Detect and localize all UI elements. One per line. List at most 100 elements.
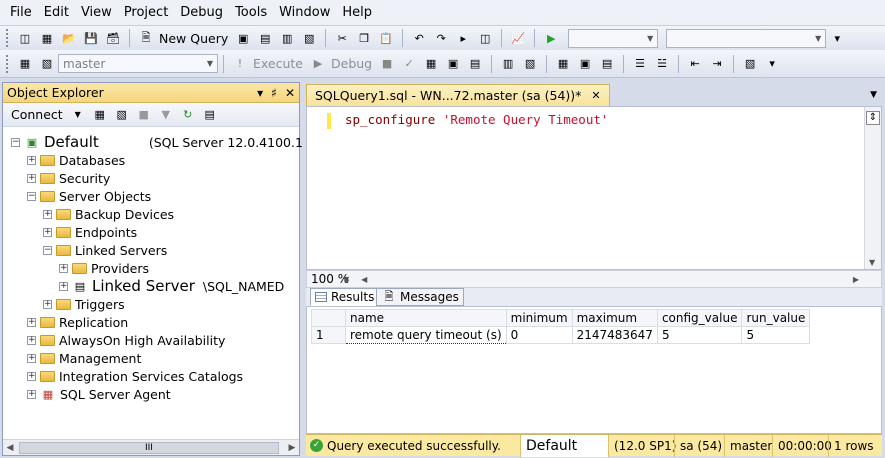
toolbar-grip[interactable] (6, 29, 10, 47)
tree-node-databases[interactable]: + Databases (27, 151, 125, 169)
menu-project[interactable]: Project (118, 0, 174, 26)
tree-node-replication[interactable]: + Replication (27, 313, 128, 331)
results-to-grid-icon[interactable]: ▣ (577, 56, 593, 72)
add-item-icon[interactable]: ▦ (39, 30, 55, 46)
collapse-icon[interactable]: − (11, 137, 20, 147)
zoom-dropdown-icon[interactable]: ▼ (343, 275, 349, 284)
expand-icon[interactable]: + (43, 227, 52, 237)
disconnect-icon[interactable]: ▧ (114, 107, 130, 123)
table-cell[interactable]: 2147483647 (571, 326, 658, 344)
activity-monitor-icon[interactable]: 📈 (510, 30, 526, 46)
start-icon[interactable]: ▶ (543, 30, 559, 46)
tree-node-server[interactable]: − ▣ Default (SQL Server 12.0.4100.1 - sa… (11, 133, 334, 151)
tree-node-sql-server-agent[interactable]: + ▦ SQL Server Agent (27, 385, 171, 403)
tab-sqlquery1[interactable]: SQLQuery1.sql - WN...72.master (sa (54))… (306, 84, 610, 106)
scroll-left-icon[interactable]: ◀ (3, 443, 17, 453)
expand-icon[interactable]: + (27, 317, 36, 327)
menu-edit[interactable]: Edit (38, 0, 75, 26)
expand-icon[interactable]: + (27, 155, 36, 165)
expand-icon[interactable]: + (27, 389, 36, 399)
menu-tools[interactable]: Tools (229, 0, 273, 26)
specify-values-icon[interactable]: ▧ (742, 56, 758, 72)
save-all-icon[interactable]: 🗃 (105, 30, 121, 46)
menu-window[interactable]: Window (273, 0, 336, 26)
tree-node-security[interactable]: + Security (27, 169, 110, 187)
tree-node-backup-devices[interactable]: + Backup Devices (43, 205, 174, 223)
new-project-icon[interactable]: ◫ (17, 30, 33, 46)
expand-icon[interactable]: + (27, 173, 36, 183)
uncomment-icon[interactable]: ☱ (654, 56, 670, 72)
tab-list-dropdown-icon[interactable]: ▼ (870, 90, 877, 100)
close-tab-icon[interactable]: ✕ (591, 89, 600, 102)
analysis-query-icon[interactable]: ▤ (257, 30, 273, 46)
row-number[interactable]: 1 (311, 326, 346, 344)
solution-config-combo[interactable]: ▼ (568, 28, 659, 48)
row-header-corner[interactable] (311, 309, 346, 327)
expand-icon[interactable]: + (27, 335, 36, 345)
mdx-query-icon[interactable]: ▥ (279, 30, 295, 46)
tree-node-endpoints[interactable]: + Endpoints (43, 223, 137, 241)
expand-icon[interactable]: + (59, 281, 68, 291)
collapse-icon[interactable]: − (43, 245, 52, 255)
editor-vertical-scrollbar[interactable]: ⇕ ▼ (864, 107, 881, 269)
tab-messages[interactable]: 🗎 Messages (376, 288, 464, 306)
collapse-icon[interactable]: − (27, 191, 36, 201)
scroll-right-icon[interactable]: ▶ (285, 443, 299, 453)
expand-icon[interactable]: + (43, 209, 52, 219)
expand-icon[interactable]: + (59, 263, 68, 273)
debug-button[interactable]: Debug (331, 56, 372, 71)
new-query-button[interactable]: New Query (159, 31, 228, 46)
refresh-icon[interactable]: ↻ (180, 107, 196, 123)
object-explorer-details-icon[interactable]: ▤ (202, 107, 218, 123)
column-header[interactable]: minimum (505, 309, 573, 327)
tree-node-server-objects[interactable]: − Server Objects (27, 187, 151, 205)
menu-help[interactable]: Help (336, 0, 378, 26)
expand-icon[interactable]: + (43, 299, 52, 309)
scroll-left-icon[interactable]: ◀ (361, 275, 367, 284)
execute-button[interactable]: Execute (253, 56, 303, 71)
tree-node-linked-server[interactable]: + ▤ Linked Server \SQL_NAMED (59, 277, 284, 295)
split-view-icon[interactable]: ⇕ (866, 111, 880, 125)
tree-node-providers[interactable]: + Providers (59, 259, 149, 277)
table-cell[interactable]: remote query timeout (s) (345, 326, 507, 344)
tree-node-integration-services[interactable]: + Integration Services Catalogs (27, 367, 243, 385)
dropdown-icon[interactable]: ▾ (257, 86, 263, 100)
results-to-file-icon[interactable]: ▤ (599, 56, 615, 72)
results-to-text-icon[interactable]: ▦ (555, 56, 571, 72)
db-engine-query-icon[interactable]: ▣ (235, 30, 251, 46)
save-icon[interactable]: 💾 (83, 30, 99, 46)
close-icon[interactable]: ✕ (285, 86, 295, 100)
table-row[interactable]: 1 remote query timeout (s) 0 2147483647 … (311, 326, 811, 344)
code-line-1[interactable]: sp_configure 'Remote Query Timeout' (345, 112, 608, 127)
open-folder-icon[interactable]: 📂 (61, 30, 77, 46)
tree-node-management[interactable]: + Management (27, 349, 141, 367)
column-header[interactable]: name (345, 309, 507, 327)
horizontal-scrollbar[interactable]: ◀ III ▶ (3, 439, 299, 455)
toolbar-grip[interactable] (6, 54, 10, 73)
toolbar-overflow-icon[interactable]: ▾ (829, 30, 845, 46)
zoom-level[interactable]: 100 % (311, 272, 365, 286)
connect-dropdown-icon[interactable]: ▼ (70, 107, 86, 123)
results-grid[interactable]: name minimum maximum config_value run_va… (306, 306, 882, 434)
decrease-indent-icon[interactable]: ⇤ (687, 56, 703, 72)
expand-icon[interactable]: + (27, 371, 36, 381)
tree-node-linked-servers[interactable]: − Linked Servers (43, 241, 167, 259)
increase-indent-icon[interactable]: ⇥ (709, 56, 725, 72)
scroll-right-icon[interactable]: ▶ (853, 275, 859, 284)
toolbar-overflow-icon[interactable]: ▾ (764, 56, 780, 72)
connect-button[interactable]: Connect (11, 107, 63, 122)
table-cell[interactable]: 0 (505, 326, 573, 344)
menu-view[interactable]: View (75, 0, 118, 26)
column-header[interactable]: maximum (571, 309, 658, 327)
table-cell[interactable]: 5 (656, 326, 743, 344)
available-databases-combo[interactable]: master ▼ (58, 54, 218, 73)
new-query-icon[interactable]: 🗎 (138, 30, 154, 46)
expand-icon[interactable]: + (27, 353, 36, 363)
solution-platform-combo[interactable]: ▼ (666, 28, 827, 48)
tree-node-triggers[interactable]: + Triggers (43, 295, 125, 313)
xmla-query-icon[interactable]: ▧ (301, 30, 317, 46)
tree-node-alwayson[interactable]: + AlwaysOn High Availability (27, 331, 225, 349)
column-header[interactable]: run_value (741, 309, 811, 327)
connect-server-icon[interactable]: ▦ (92, 107, 108, 123)
menu-debug[interactable]: Debug (174, 0, 229, 26)
